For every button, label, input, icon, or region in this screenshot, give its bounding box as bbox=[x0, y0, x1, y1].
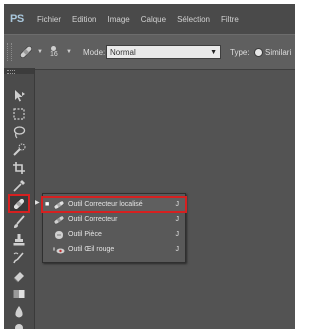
mode-select[interactable]: Normal ▼ bbox=[106, 45, 221, 59]
eyedropper-icon bbox=[13, 179, 25, 192]
photoshop-window: PS Fichier Edition Image Calque Sélectio… bbox=[4, 4, 295, 329]
selected-bullet-icon: ■ bbox=[45, 201, 50, 208]
type-label: Type: bbox=[230, 47, 250, 57]
flyout-indicator-icon: ▶ bbox=[35, 200, 40, 206]
bandage-icon bbox=[20, 46, 32, 58]
quick-selection-icon bbox=[13, 143, 26, 156]
history-brush-icon bbox=[13, 251, 24, 263]
flyout-item-label: Outil Correcteur bbox=[68, 216, 118, 223]
eraser-icon bbox=[13, 271, 24, 282]
gradient-icon bbox=[13, 289, 25, 298]
bandage-icon bbox=[13, 197, 25, 210]
chevron-down-icon: ▼ bbox=[210, 49, 217, 56]
eyedropper-tool[interactable] bbox=[10, 178, 28, 193]
dodge-tool[interactable] bbox=[10, 320, 28, 329]
tool-preset-picker[interactable] bbox=[18, 44, 34, 60]
brush-tool[interactable] bbox=[10, 214, 28, 229]
type-radio-similarity[interactable]: Similari bbox=[254, 35, 291, 69]
photoshop-logo: PS bbox=[10, 13, 24, 25]
brush-size-picker[interactable]: 16 bbox=[50, 35, 58, 69]
flyout-item-shortcut: J bbox=[175, 201, 180, 208]
crop-icon bbox=[13, 161, 25, 174]
patch-icon bbox=[55, 230, 63, 239]
move-tool[interactable] bbox=[10, 88, 28, 103]
menu-bar: PS Fichier Edition Image Calque Sélectio… bbox=[4, 4, 295, 34]
type-option-label: Similari bbox=[265, 47, 292, 57]
tools-panel-header[interactable] bbox=[4, 68, 34, 74]
spot-healing-brush-tool[interactable] bbox=[8, 194, 30, 213]
menu-filtre[interactable]: Filtre bbox=[221, 15, 239, 24]
marquee-tool[interactable] bbox=[10, 106, 28, 121]
eraser-tool[interactable] bbox=[10, 268, 28, 283]
menu-edition[interactable]: Edition bbox=[72, 15, 96, 24]
mode-label: Mode: bbox=[83, 47, 106, 57]
mode-select-value: Normal bbox=[110, 48, 136, 57]
clone-stamp-tool[interactable] bbox=[10, 232, 28, 247]
flyout-item-label: Outil Œil rouge bbox=[68, 246, 115, 253]
gradient-tool[interactable] bbox=[10, 286, 28, 301]
flyout-item-shortcut: J bbox=[175, 246, 180, 253]
flyout-item-patch[interactable]: Outil Pièce J bbox=[43, 228, 185, 241]
flyout-item-red-eye[interactable]: Outil Œil rouge J bbox=[43, 243, 185, 256]
rectangle-marquee-icon bbox=[13, 107, 25, 120]
history-brush-tool[interactable] bbox=[10, 250, 28, 265]
menu-calque[interactable]: Calque bbox=[141, 15, 166, 24]
tool-preset-dropdown-icon[interactable]: ▼ bbox=[37, 35, 43, 69]
water-drop-icon bbox=[15, 305, 23, 317]
flyout-item-shortcut: J bbox=[175, 231, 180, 238]
lasso-icon bbox=[13, 125, 26, 138]
flyout-item-healing-brush[interactable]: Outil Correcteur J bbox=[43, 213, 185, 226]
lasso-tool[interactable] bbox=[10, 124, 28, 139]
options-bar: ▼ 16 ▼ Mode: Normal ▼ Type: Similari bbox=[4, 34, 295, 70]
menu-image[interactable]: Image bbox=[107, 15, 129, 24]
crop-tool[interactable] bbox=[10, 160, 28, 175]
stamp-icon bbox=[13, 233, 25, 245]
menu-selection[interactable]: Sélection bbox=[177, 15, 210, 24]
move-icon bbox=[15, 89, 25, 101]
flyout-item-label: Outil Pièce bbox=[68, 231, 102, 238]
bandage-icon bbox=[53, 215, 65, 224]
tools-panel bbox=[4, 68, 35, 329]
radio-icon bbox=[254, 47, 263, 57]
bandage-icon bbox=[53, 200, 65, 209]
healing-tools-flyout: ■ Outil Correcteur localisé J Outil Corr… bbox=[41, 193, 187, 263]
brush-icon bbox=[14, 214, 25, 228]
menu-fichier[interactable]: Fichier bbox=[37, 15, 61, 24]
dodge-icon bbox=[15, 323, 23, 329]
options-bar-grip[interactable] bbox=[7, 43, 12, 61]
blur-tool[interactable] bbox=[10, 304, 28, 319]
flyout-item-shortcut: J bbox=[175, 216, 180, 223]
quick-selection-tool[interactable] bbox=[10, 142, 28, 157]
brush-dropdown-icon[interactable]: ▼ bbox=[66, 35, 72, 69]
brush-size-value: 16 bbox=[50, 51, 58, 58]
red-eye-icon bbox=[53, 246, 65, 253]
flyout-item-spot-healing[interactable]: ■ Outil Correcteur localisé J bbox=[41, 196, 187, 213]
flyout-item-label: Outil Correcteur localisé bbox=[68, 201, 143, 208]
